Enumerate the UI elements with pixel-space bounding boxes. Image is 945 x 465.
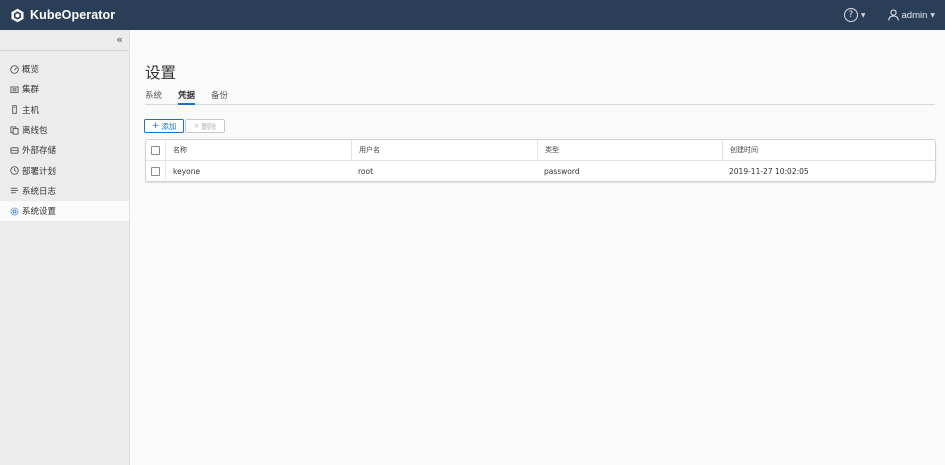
tab-backup[interactable]: 备份 <box>211 89 228 105</box>
host-icon <box>9 105 19 115</box>
tab-credentials[interactable]: 凭据 <box>178 89 196 105</box>
column-header-created-time[interactable]: 创建时间 <box>722 140 935 160</box>
tab-system[interactable]: 系统 <box>145 89 162 105</box>
sidebar-item-system-settings[interactable]: 系统设置 <box>0 201 129 222</box>
collapse-sidebar-icon[interactable]: « <box>116 32 123 48</box>
table-header-row: 名称 用户名 类型 创建时间 <box>146 140 935 161</box>
user-menu-button[interactable]: admin ▼ <box>887 6 935 25</box>
chevron-down-icon: ▼ <box>930 11 935 19</box>
storage-icon <box>9 145 19 155</box>
sidebar-item-label: 集群 <box>22 85 40 96</box>
user-name: admin <box>901 9 928 21</box>
sidebar-item-clusters[interactable]: 集群 <box>0 79 129 99</box>
help-icon: ? <box>843 8 858 22</box>
brand-name: KubeOperator <box>30 8 116 22</box>
cell-username: root <box>358 166 374 176</box>
cell-created-time: 2019-11-27 10:02:05 <box>729 166 809 176</box>
add-button-label: 添加 <box>161 121 177 131</box>
chevron-down-icon: ▼ <box>860 11 866 19</box>
row-checkbox[interactable] <box>151 166 160 176</box>
cell-name: keyone <box>173 166 201 176</box>
sidebar-item-external-storage[interactable]: 外部存储 <box>0 140 129 160</box>
plan-icon <box>9 166 19 176</box>
sidebar-item-label: 离线包 <box>22 126 48 137</box>
brand[interactable]: KubeOperator <box>10 8 115 23</box>
sidebar-item-overview[interactable]: 概览 <box>0 59 129 79</box>
sidebar: « 概览 集群 主机 离线包 外部存储 部署计划 系统日志 系统设置 <box>0 30 130 465</box>
dashboard-icon <box>9 64 19 74</box>
table-row[interactable]: keyone root password 2019-11-27 10:02:05 <box>146 161 935 181</box>
package-icon <box>9 125 19 135</box>
help-menu-button[interactable]: ? ▼ <box>843 8 866 22</box>
sidebar-item-label: 部署计划 <box>22 166 57 177</box>
log-icon <box>9 186 19 196</box>
sidebar-item-deploy-plan[interactable]: 部署计划 <box>0 160 129 180</box>
cell-type: password <box>544 166 580 176</box>
sidebar-item-label: 系统日志 <box>22 186 57 197</box>
kubeoperator-logo-icon <box>10 8 25 23</box>
sidebar-item-offline-packages[interactable]: 离线包 <box>0 120 129 140</box>
sidebar-item-label: 主机 <box>22 105 40 116</box>
sidebar-item-label: 外部存储 <box>22 146 57 157</box>
settings-tabs: 系统 凭据 备份 <box>145 89 935 105</box>
sidebar-item-label: 概览 <box>22 65 40 76</box>
sidebar-item-system-logs[interactable]: 系统日志 <box>0 181 129 201</box>
select-all-checkbox[interactable] <box>151 145 160 155</box>
user-icon <box>887 6 899 25</box>
delete-button-label: 删除 <box>201 121 217 131</box>
column-header-type[interactable]: 类型 <box>537 140 722 160</box>
column-header-name[interactable]: 名称 <box>166 140 351 160</box>
add-button[interactable]: + 添加 <box>144 119 184 133</box>
plus-icon: + <box>151 121 160 131</box>
page-title: 设置 <box>145 64 177 82</box>
settings-icon <box>9 206 19 216</box>
top-header: KubeOperator ? ▼ admin ▼ <box>0 0 945 30</box>
cluster-icon <box>9 84 19 94</box>
sidebar-item-label: 系统设置 <box>22 207 57 218</box>
sidebar-item-hosts[interactable]: 主机 <box>0 100 129 120</box>
column-header-username[interactable]: 用户名 <box>351 140 537 160</box>
close-icon: × <box>193 122 200 130</box>
delete-button[interactable]: × 删除 <box>185 119 225 133</box>
credentials-table: 名称 用户名 类型 创建时间 keyone root password 2019… <box>145 139 936 182</box>
